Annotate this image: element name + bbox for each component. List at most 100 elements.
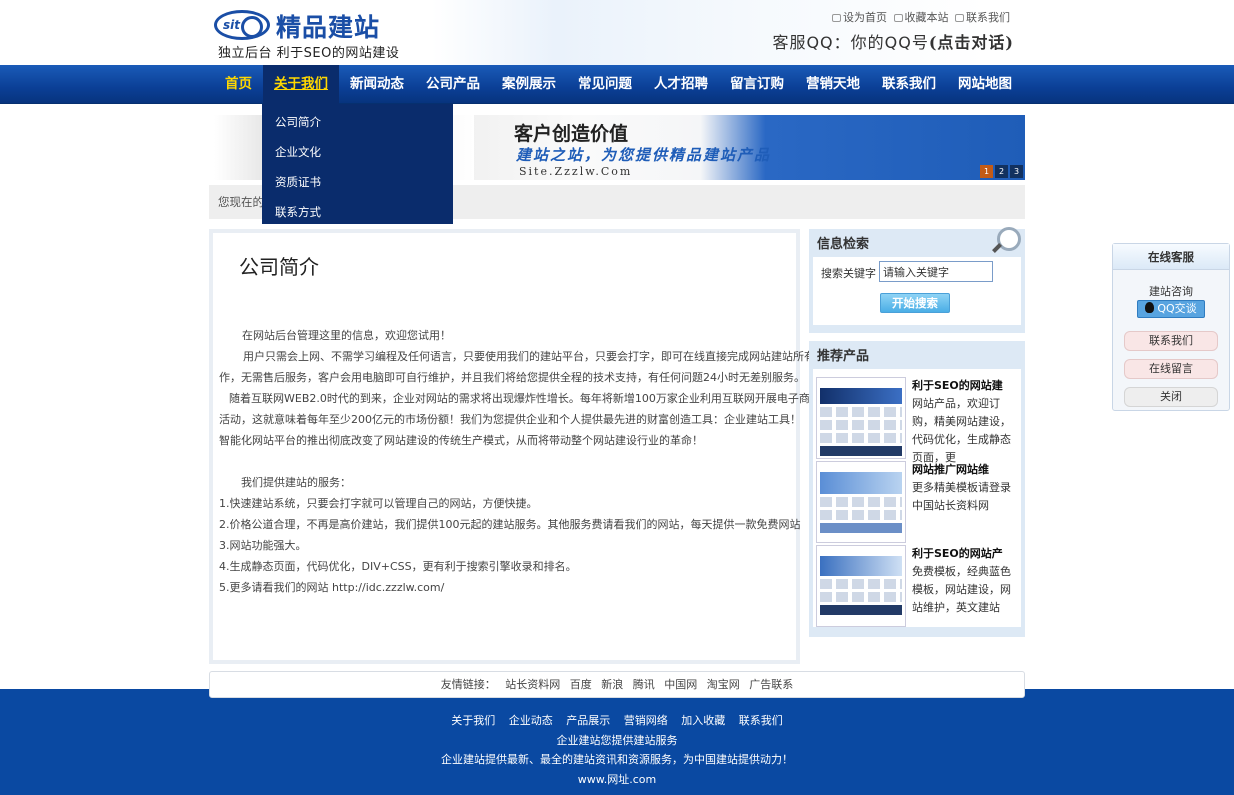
product-desc: 更多精美模板请登录中国站长资料网: [912, 481, 1011, 512]
footer-links: 关于我们 企业动态 产品展示 营销网络 加入收藏 联系我们: [0, 711, 1234, 731]
friend-link[interactable]: 站长资料网: [505, 678, 560, 691]
bookmark-link[interactable]: 收藏本站: [893, 11, 949, 24]
service-title: 在线客服: [1113, 244, 1229, 270]
logo-badge: sit: [214, 10, 270, 40]
product-name[interactable]: 网站推广网站维: [912, 463, 989, 476]
friend-link[interactable]: 腾讯: [633, 678, 655, 691]
qq-penguin-icon: [1145, 302, 1155, 313]
paragraph: 1.快速建站系统，只要会打字就可以管理自己的网站，方便快捷。: [219, 497, 538, 510]
paragraph: 2.价格公道合理，不再是高价建站，我们提供100元起的建站服务。其他服务费请看我…: [219, 518, 801, 531]
set-homepage-link[interactable]: 设为首页: [832, 11, 887, 24]
product-name[interactable]: 利于SEO的网站产: [912, 547, 1003, 560]
close-button[interactable]: 关闭: [1124, 387, 1218, 407]
footer-link-news[interactable]: 企业动态: [509, 714, 553, 727]
dropdown-item-contact[interactable]: 联系方式: [262, 197, 453, 227]
dropdown-item-profile[interactable]: 公司简介: [262, 107, 453, 137]
paragraph: 作，无需售后服务，客户会用电脑即可自行维护，并且我们将给您提供全程的技术支持，有…: [219, 371, 805, 384]
bookmark-icon: [893, 14, 903, 22]
nav-item-faq[interactable]: 常见问题: [567, 65, 643, 104]
product-desc: 免费模板，经典蓝色模板，网站建设，网站维护，英文建站: [912, 565, 1011, 614]
footer-link-contact[interactable]: 联系我们: [739, 714, 783, 727]
content-panel: 公司简介 在网站后台管理这里的信息，欢迎您试用！ 用户只需会上网、不需学习编程及…: [209, 229, 826, 664]
product-thumbnail[interactable]: [816, 545, 906, 627]
paragraph: 3.网站功能强大。: [219, 539, 307, 552]
product-name[interactable]: 利于SEO的网站建: [912, 379, 1003, 392]
logo-title: 精品建站: [276, 13, 381, 42]
recommended-products-panel: 推荐产品 利于SEO的网站建网站产品，欢迎订购，精美网站建设，代码优化，生成静态…: [809, 341, 1025, 637]
nav-item-contact[interactable]: 联系我们: [871, 65, 947, 104]
about-dropdown-menu: 公司简介 企业文化 资质证书 联系方式: [262, 104, 453, 224]
product-item[interactable]: 利于SEO的网站建网站产品，欢迎订购，精美网站建设，代码优化，生成静态页面，更: [816, 377, 1016, 464]
footer-link-network[interactable]: 营销网络: [624, 714, 668, 727]
paragraph: 用户只需会上网、不需学习编程及任何语言，只要使用我们的建站平台，只要会打字，即可…: [243, 350, 826, 363]
site-logo[interactable]: sit 精品建站 独立后台 利于SEO的网站建设: [214, 8, 414, 61]
friendly-links: 友情链接： 站长资料网 百度 新浪 腾讯 中国网 淘宝网 广告联系: [209, 671, 1025, 698]
paragraph: 我们提供建站的服务：: [241, 476, 351, 489]
footer-link-bookmark[interactable]: 加入收藏: [681, 714, 725, 727]
product-thumbnail[interactable]: [816, 461, 906, 543]
online-service-widget: 在线客服 建站咨询 QQ交谈 联系我们 在线留言 关闭: [1112, 243, 1230, 411]
nav-item-home[interactable]: 首页: [214, 65, 263, 104]
nav-item-marketing[interactable]: 营销天地: [795, 65, 871, 104]
dropdown-item-culture[interactable]: 企业文化: [262, 137, 453, 167]
friendly-links-label: 友情链接：: [440, 678, 496, 691]
paragraph: 4.生成静态页面，代码优化，DIV+CSS，更有利于搜索引擎收录和排名。: [219, 560, 577, 573]
banner-dot-1[interactable]: 1: [980, 165, 993, 178]
qq-chat-link[interactable]: (点击对话): [929, 33, 1014, 52]
nav-item-order[interactable]: 留言订购: [719, 65, 795, 104]
nav-item-news[interactable]: 新闻动态: [339, 65, 415, 104]
footer-line: 企业建站您提供建站服务: [556, 733, 678, 747]
qq-chat-button[interactable]: QQ交谈: [1137, 300, 1205, 318]
article-body: 在网站后台管理这里的信息，欢迎您试用！ 用户只需会上网、不需学习编程及任何语言，…: [219, 325, 826, 598]
banner-pager: 1 2 3: [978, 165, 1023, 178]
paragraph: 5.更多请看我们的网站 http://idc.zzzlw.com/: [219, 581, 445, 594]
footer-link-products[interactable]: 产品展示: [566, 714, 610, 727]
banner-dot-2[interactable]: 2: [995, 165, 1008, 178]
paragraph: 智能化网站平台的推出彻底改变了网站建设的传统生产模式，从而将带动整个网站建设行业…: [219, 434, 703, 447]
product-desc: 网站产品，欢迎订购，精美网站建设，代码优化，生成静态页面，更: [912, 397, 1011, 464]
product-item[interactable]: 网站推广网站维更多精美模板请登录中国站长资料网: [816, 461, 1016, 545]
search-title: 信息检索: [813, 227, 1021, 257]
contact-icon: [955, 14, 964, 22]
nav-item-cases[interactable]: 案例展示: [491, 65, 567, 104]
paragraph: 在网站后台管理这里的信息，欢迎您试用！: [242, 329, 451, 342]
site-header: sit 精品建站 独立后台 利于SEO的网站建设 设为首页 收藏本站 联系我们 …: [0, 0, 1234, 65]
search-input[interactable]: [879, 261, 993, 282]
friend-link[interactable]: 中国网: [664, 678, 697, 691]
home-icon: [832, 14, 841, 22]
paragraph: 随着互联网WEB2.0时代的到来，企业对网站的需求将出现爆炸性增长。每年将新增1…: [229, 392, 821, 405]
nav-item-sitemap[interactable]: 网站地图: [947, 65, 1023, 104]
search-button[interactable]: 开始搜索: [880, 293, 950, 313]
logo-subtitle: 独立后台 利于SEO的网站建设: [218, 46, 400, 61]
banner-slogan: 建站之站，为您提供精品建站产品: [516, 146, 772, 164]
paragraph: 活动，这就意味着每年至少200亿元的市场份额！我们为您提供企业和个人提供最先进的…: [219, 413, 801, 426]
product-thumbnail[interactable]: [816, 377, 906, 459]
footer-content: 关于我们 企业动态 产品展示 营销网络 加入收藏 联系我们 企业建站您提供建站服…: [0, 711, 1234, 789]
contact-link[interactable]: 联系我们: [955, 11, 1010, 24]
friend-link[interactable]: 百度: [570, 678, 592, 691]
friend-link[interactable]: 新浪: [601, 678, 623, 691]
products-title: 推荐产品: [817, 349, 870, 364]
page-title: 公司简介: [239, 255, 319, 279]
magnifier-icon: [997, 227, 1021, 251]
banner-url: Site.Zzzlw.Com: [519, 165, 633, 178]
friend-link[interactable]: 广告联系: [749, 678, 793, 691]
nav-item-about[interactable]: 关于我们: [263, 65, 339, 104]
leave-message-button[interactable]: 在线留言: [1124, 359, 1218, 379]
friend-link[interactable]: 淘宝网: [707, 678, 740, 691]
dropdown-item-certificates[interactable]: 资质证书: [262, 167, 453, 197]
top-links: 设为首页 收藏本站 联系我们: [829, 9, 1010, 25]
contact-us-button[interactable]: 联系我们: [1124, 331, 1218, 351]
service-subtitle: 建站咨询: [1149, 285, 1193, 298]
footer-link-about[interactable]: 关于我们: [451, 714, 495, 727]
search-panel: 信息检索 搜索关键字 开始搜索: [809, 227, 1025, 333]
banner-headline: 客户创造价值: [514, 123, 629, 145]
nav-item-products[interactable]: 公司产品: [415, 65, 491, 104]
footer-line: 企业建站提供最新、最全的建站资讯和资源服务，为中国建站提供动力！: [441, 753, 793, 766]
nav-item-jobs[interactable]: 人才招聘: [643, 65, 719, 104]
product-item[interactable]: 利于SEO的网站产免费模板，经典蓝色模板，网站建设，网站维护，英文建站: [816, 545, 1016, 629]
main-nav: 首页 关于我们 新闻动态 公司产品 案例展示 常见问题 人才招聘 留言订购 营销…: [0, 65, 1234, 104]
banner-dot-3[interactable]: 3: [1010, 165, 1023, 178]
search-label: 搜索关键字: [821, 267, 876, 280]
